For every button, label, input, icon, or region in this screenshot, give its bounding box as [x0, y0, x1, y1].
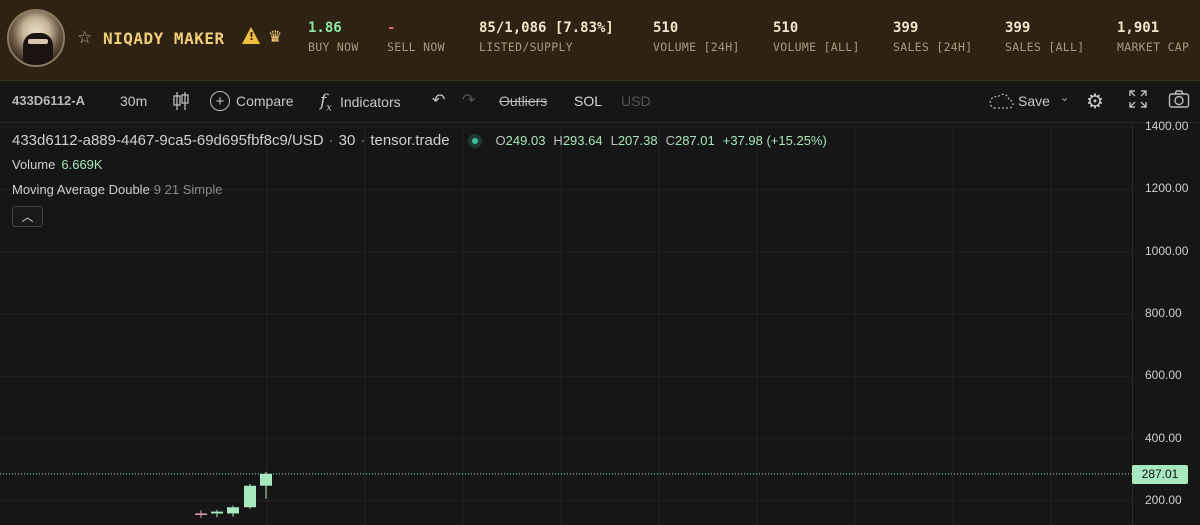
ohlc-low: 207.38 — [617, 133, 658, 148]
ohlc-change: +37.98 (+15.25%) — [722, 133, 827, 148]
market-status-icon[interactable] — [467, 133, 482, 148]
legend-symbol[interactable]: 433d6112-a889-4467-9ca5-69d695fbf8c9/USD — [12, 132, 324, 149]
plus-circle-icon: + — [210, 91, 230, 111]
candle — [244, 483, 256, 509]
y-tick-label: 200.00 — [1145, 493, 1182, 507]
volume-legend[interactable]: Volume 6.669K — [12, 157, 103, 172]
chart-legend: 433d6112-a889-4467-9ca5-69d695fbf8c9/USD… — [12, 132, 827, 149]
crown-icon: ♛ — [268, 29, 283, 46]
stat-volume-all: 510 VOLUME [ALL] — [773, 20, 860, 54]
stat-sales-24h: 399 SALES [24H] — [893, 20, 973, 54]
indicators-label: Indicators — [339, 94, 401, 111]
y-tick-label: 800.00 — [1145, 306, 1182, 320]
collapse-legend-button[interactable]: ︿ — [12, 206, 43, 227]
outliers-toggle[interactable]: Outliers — [499, 93, 547, 109]
stat-volume-24h: 510 VOLUME [24H] — [653, 20, 740, 54]
stat-sell-now[interactable]: - SELL NOW — [387, 20, 445, 54]
y-tick-label: 1200.00 — [1145, 181, 1189, 196]
stat-buy-now[interactable]: 1.86 BUY NOW — [308, 20, 359, 54]
star-icon[interactable]: ☆ — [77, 28, 92, 48]
undo-icon[interactable]: ↶ — [432, 90, 445, 110]
volume-label: Volume — [12, 157, 56, 172]
candle — [211, 509, 223, 518]
stat-market-cap: 1,901 MARKET CAP — [1117, 20, 1190, 54]
indicators-button[interactable]: fx Indicators — [320, 91, 401, 113]
candle — [227, 505, 239, 517]
ohlc-open: 249.03 — [505, 133, 546, 148]
ma-params: 9 21 Simple — [153, 182, 223, 197]
price-chart[interactable]: 433d6112-a889-4467-9ca5-69d695fbf8c9/USD… — [0, 119, 1200, 525]
legend-interval: 30 — [338, 132, 356, 149]
y-tick-label: 1400.00 — [1145, 119, 1189, 133]
warning-icon[interactable]: ! — [242, 27, 260, 44]
camera-icon[interactable] — [1168, 89, 1190, 112]
usd-currency-button[interactable]: USD — [621, 93, 651, 109]
cloud-icon[interactable] — [988, 92, 1014, 113]
chevron-up-icon: ︿ — [21, 210, 34, 224]
y-tick-label: 600.00 — [1145, 368, 1182, 383]
compare-button[interactable]: + Compare — [210, 91, 294, 111]
ohlc-values: O249.03 H293.64 L207.38 C287.01 +37.98 (… — [495, 133, 827, 148]
collection-name: NIQADY MAKER — [103, 29, 225, 48]
collection-avatar[interactable] — [7, 9, 65, 67]
compare-label: Compare — [236, 93, 294, 109]
stat-listed-supply: 85/1,086 [7.83%] LISTED/SUPPLY — [479, 20, 614, 54]
interval-button[interactable]: 30m — [120, 93, 147, 109]
symbol-search-button[interactable]: 433D6112-A — [12, 93, 102, 108]
volume-value: 6.669K — [61, 157, 103, 172]
candles-icon[interactable] — [172, 91, 190, 114]
last-price-label: 287.01 — [1132, 464, 1188, 484]
gear-icon[interactable]: ⚙ — [1086, 89, 1104, 114]
y-tick-label: 400.00 — [1145, 430, 1182, 445]
sol-currency-button[interactable]: SOL — [574, 93, 602, 109]
chart-toolbar: 433D6112-A 30m + Compare fx Indicators ↶… — [0, 81, 1200, 123]
save-button[interactable]: Save — [1018, 93, 1050, 109]
candle — [260, 471, 272, 499]
legend-source: tensor.trade — [370, 132, 450, 149]
redo-icon[interactable]: ↷ — [462, 90, 475, 110]
ma-legend[interactable]: Moving Average Double 9 21 Simple — [12, 182, 222, 197]
collection-header: ☆ NIQADY MAKER ! ♛ 1.86 BUY NOW - SELL NOW… — [0, 0, 1200, 81]
ohlc-close: 287.01 — [674, 133, 715, 148]
stat-sales-all: 399 SALES [ALL] — [1005, 20, 1085, 54]
candle — [195, 510, 207, 519]
fx-icon: fx — [320, 91, 332, 114]
chevron-down-icon[interactable]: ⌄ — [1060, 91, 1069, 104]
ohlc-high: 293.64 — [562, 133, 603, 148]
ma-label: Moving Average Double — [12, 182, 150, 197]
fullscreen-icon[interactable] — [1128, 89, 1148, 112]
y-tick-label: 1000.00 — [1145, 243, 1189, 258]
